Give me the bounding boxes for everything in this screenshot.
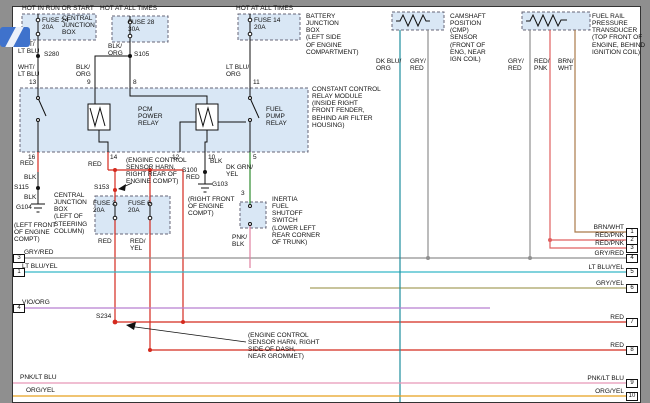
label-fuse-6: FUSE 6 20A xyxy=(128,200,151,214)
wire-label-gry-yel-right: GRY/YEL xyxy=(572,280,624,287)
ground-g104-note: (LEFT FRONT OF ENGINE COMPT) xyxy=(14,222,56,243)
label-fuel-pump-relay: FUEL PUMP RELAY xyxy=(266,106,287,127)
wire-label-red-yel: RED/ YEL xyxy=(130,238,146,252)
label-hot-at-all-times-2: HOT AT ALL TIMES xyxy=(236,5,293,12)
watermark-slash-icon xyxy=(5,27,23,47)
right-connector-pin-8: 8 xyxy=(626,346,638,355)
watermark-logo xyxy=(0,27,30,47)
wire-label-wht-ltblu-2: WHT/ LT BLU xyxy=(18,64,39,78)
splice-s115-label: S115 xyxy=(14,184,29,191)
label-ccrm: CONSTANT CONTROL RELAY MODULE (INSIDE RI… xyxy=(312,86,381,129)
splice-s280-label: S280 xyxy=(44,51,59,58)
wire-label-red-pnk-right-2: RED/PNK xyxy=(572,240,624,247)
label-cmp-sensor: CAMSHAFT POSITION (CMP) SENSOR (FRONT OF… xyxy=(450,13,486,63)
right-connector-pin-7: 7 xyxy=(626,318,638,327)
ground-g103-symbol xyxy=(198,184,212,192)
wire-label-pnk-ltblu-right: PNK/LT BLU xyxy=(572,375,624,382)
splice-s234-label: S234 xyxy=(96,313,111,320)
label-fuse-14: FUSE 14 20A xyxy=(254,17,280,31)
splice-s105-label: S105 xyxy=(134,51,149,58)
wire-label-ltblu-yel-left: LT BLU/YEL xyxy=(22,263,58,270)
pin-inertia-3: 3 xyxy=(241,190,245,197)
right-connector-pin-9: 9 xyxy=(626,379,638,388)
wire-brn-wht xyxy=(575,30,626,232)
wire-label-org-yel-right: ORG/YEL xyxy=(572,388,624,395)
left-connector-pin-3: 3 xyxy=(13,254,25,263)
wire-label-red-pnk-right-1: RED/PNK xyxy=(572,232,624,239)
pin-16: 16 xyxy=(28,154,35,161)
ground-g104-label: G104 xyxy=(16,204,32,211)
wire-label-pnk-blk: PNK/ BLK xyxy=(232,234,247,248)
pin-5: 5 xyxy=(253,154,257,161)
label-fuse-2: FUSE 2 20A xyxy=(93,200,116,214)
pin-9: 9 xyxy=(87,79,91,86)
ccrm-box xyxy=(20,88,308,152)
label-frp-transducer: FUEL RAIL PRESSURE TRANSDUCER (TOP FRONT… xyxy=(592,13,645,56)
right-connector-pin-4: 4 xyxy=(626,254,638,263)
fuel-relay-coil xyxy=(196,104,218,130)
pin-10: 10 xyxy=(208,154,215,161)
wire-label-gry-red-left: GRY/RED xyxy=(24,249,54,256)
wire-label-dkgrn-yel: DK GRN/ YEL xyxy=(226,164,253,178)
splice-s153-label: S153 xyxy=(94,184,109,191)
label-battery-junction-box: BATTERY JUNCTION BOX (LEFT SIDE OF ENGIN… xyxy=(306,13,358,56)
label-central-junction-box-lower: CENTRAL JUNCTION BOX (LEFT OF STEERING C… xyxy=(54,192,87,235)
right-connector-pin-5: 5 xyxy=(626,268,638,277)
pcm-relay-coil xyxy=(88,104,110,130)
wire-label-red-right-1: RED xyxy=(572,314,624,321)
wire-label-gry-red-frp: GRY/ RED xyxy=(508,58,524,72)
pin-12: 12 xyxy=(172,154,179,161)
wire-label-dkblu-org: DK BLU/ ORG xyxy=(376,58,401,72)
ground-g103-label: G103 xyxy=(212,181,228,188)
right-connector-pin-6: 6 xyxy=(626,284,638,293)
pin-13: 13 xyxy=(29,79,36,86)
ground-g103-note: (RIGHT FRONT OF ENGINE COMPT) xyxy=(188,196,234,217)
wire-label-ltblu-org: LT BLU/ ORG xyxy=(226,64,249,78)
diagram-stage: HOT IN RUN OR START HOT AT ALL TIMES HOT… xyxy=(0,0,650,403)
wire-label-vio-org-left: VIO/ORG xyxy=(22,299,50,306)
inertia-switch-box xyxy=(240,202,266,228)
right-connector-pin-10: 10 xyxy=(626,392,638,401)
wire-label-blk-org-1: BLK/ ORG xyxy=(108,43,123,57)
label-fuse-28: FUSE 28 30A xyxy=(128,19,154,33)
wire-label-org-yel-left: ORG/YEL xyxy=(26,387,55,394)
label-hot-at-all-times-1: HOT AT ALL TIMES xyxy=(100,5,157,12)
pin-14: 14 xyxy=(110,154,117,161)
right-connector-pin-3: 3 xyxy=(626,244,638,253)
wire-label-red-2: RED xyxy=(88,161,102,168)
wire-label-red-4: RED xyxy=(98,238,112,245)
wire-label-blk-2: BLK xyxy=(24,194,36,201)
label-hot-in-run-or-start: HOT IN RUN OR START xyxy=(22,5,94,12)
pin-11: 11 xyxy=(253,79,260,86)
label-central-junction-box-top: CENTRAL JUNCTION BOX xyxy=(62,15,95,36)
wire-label-pnk-ltblu-left: PNK/LT BLU xyxy=(20,374,57,381)
wire-label-red-3: RED xyxy=(186,174,200,181)
label-pcm-power-relay: PCM POWER RELAY xyxy=(138,106,163,127)
wire-label-blk-1: BLK xyxy=(24,174,36,181)
wire-label-gry-red-right: GRY/RED xyxy=(572,250,624,257)
wire-label-red-right-2: RED xyxy=(572,342,624,349)
left-connector-pin-1: 1 xyxy=(13,268,25,277)
wire-label-brn-wht-right: BRN/WHT xyxy=(572,224,624,231)
pin-8: 8 xyxy=(133,79,137,86)
wire-label-ltblu-yel-right: LT BLU/YEL xyxy=(572,264,624,271)
wire-label-red-pnk-frp: RED/ PNK xyxy=(534,58,550,72)
note-harness-rear: (ENGINE CONTROL SENSOR HARN, RIGHT REAR … xyxy=(126,157,187,186)
wire-label-brn-wht-frp: BRN/ WHT xyxy=(558,58,574,72)
note-harness-dash: (ENGINE CONTROL SENSOR HARN, RIGHT SIDE … xyxy=(248,332,320,361)
ground-g104-symbol xyxy=(31,204,45,212)
left-connector-pin-4: 4 xyxy=(13,304,25,313)
wire-label-blk-org-2: BLK/ ORG xyxy=(76,64,91,78)
wire-label-gry-red-cmp: GRY/ RED xyxy=(410,58,426,72)
label-inertia-switch: INERTIA FUEL SHUTOFF SWITCH (LOWER LEFT … xyxy=(272,196,320,246)
